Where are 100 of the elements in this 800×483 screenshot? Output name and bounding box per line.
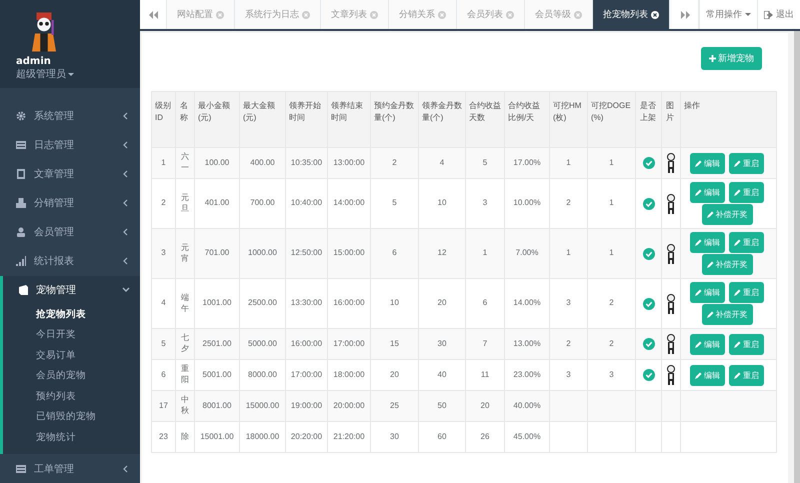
submenu-item[interactable]: 已销毁的宠物 <box>3 407 140 428</box>
menu-item[interactable]: 日志管理 <box>0 130 140 160</box>
column-header: 最大金额(元) <box>240 92 286 148</box>
table-cell: 17:00:00 <box>328 328 370 360</box>
role-dropdown[interactable]: 超级管理员 <box>16 67 74 81</box>
compensate-draw-button[interactable]: 补偿开奖 <box>702 304 752 325</box>
menu-item[interactable]: 分销管理 <box>0 188 140 218</box>
restart-button[interactable]: 重启 <box>729 364 764 386</box>
column-header: 合约收益比例/天 <box>504 92 550 148</box>
menu-item[interactable]: 工单管理 <box>0 454 140 483</box>
double-right-icon <box>680 10 690 18</box>
edit-button[interactable]: 编辑 <box>690 232 725 253</box>
table-cell: 17.00% <box>504 148 550 178</box>
column-header: 领养开始时间 <box>286 92 328 148</box>
tab[interactable]: 会员列表 <box>457 0 525 29</box>
table-cell: 20:00:00 <box>328 390 370 422</box>
menu-item[interactable]: 统计报表 <box>0 246 140 276</box>
compensate-draw-button[interactable]: 补偿开奖 <box>702 254 752 275</box>
column-header: 合约收益天数 <box>466 92 504 148</box>
column-header: 图片 <box>662 92 680 148</box>
restart-button[interactable]: 重启 <box>729 334 764 354</box>
column-header: 操作 <box>680 92 776 148</box>
close-icon <box>438 10 446 18</box>
tab[interactable]: 分销关系 <box>389 0 457 29</box>
table-cell: 2 <box>550 328 588 360</box>
menu-item[interactable]: 会员管理 <box>0 218 140 246</box>
table-cell: 2 <box>588 328 636 360</box>
pencil-icon <box>695 189 702 196</box>
table-cell: 元宵 <box>176 228 194 278</box>
chevron-left-icon <box>122 257 130 265</box>
pencil-icon <box>734 160 741 166</box>
close-icon <box>574 10 582 18</box>
chevron-left-icon <box>122 199 130 207</box>
gear-icon <box>16 111 26 121</box>
restart-button[interactable]: 重启 <box>729 182 764 203</box>
pencil-icon <box>706 311 714 318</box>
bar-chart-icon <box>16 256 26 266</box>
submenu-item[interactable]: 今日开奖 <box>3 325 140 346</box>
column-header: 最小金额(元) <box>194 92 240 148</box>
pencil-icon <box>734 340 741 348</box>
chevron-left-icon <box>122 112 130 120</box>
table-cell: 4 <box>418 148 466 178</box>
restart-button[interactable]: 重启 <box>729 282 764 303</box>
edit-button[interactable]: 编辑 <box>690 334 725 354</box>
scroll-left-button[interactable] <box>140 0 167 29</box>
table-cell: 六一 <box>176 148 194 178</box>
table-cell: 15:00:00 <box>328 228 370 278</box>
table-cell: 26 <box>466 422 504 452</box>
table-cell: 3 <box>152 228 176 278</box>
table-cell: 10:35:00 <box>286 148 328 178</box>
column-header: 可挖HM(枚) <box>550 92 588 148</box>
submenu-item[interactable]: 预约列表 <box>3 386 140 407</box>
table-cell: 15 <box>370 328 418 360</box>
table-cell: 1 <box>466 228 504 278</box>
common-actions-dropdown[interactable]: 常用操作 <box>699 0 757 29</box>
edit-button[interactable]: 编辑 <box>690 282 725 303</box>
menu-item[interactable]: 文章管理 <box>0 160 140 188</box>
double-left-icon <box>148 10 158 18</box>
table-cell: 20:20:00 <box>286 422 328 452</box>
edit-button[interactable]: 编辑 <box>690 182 725 203</box>
tab[interactable]: 抢宠物列表 <box>593 0 670 29</box>
submenu-item[interactable]: 宠物统计 <box>3 428 140 448</box>
table-cell: 1 <box>152 148 176 178</box>
compensate-draw-button[interactable]: 补偿开奖 <box>702 204 752 225</box>
table-cell: 12 <box>418 228 466 278</box>
table-cell: 13:00:00 <box>328 148 370 178</box>
table-cell: 8001.00 <box>194 390 240 422</box>
tab[interactable]: 网站配置 <box>167 0 235 29</box>
chevron-left-icon <box>122 464 130 472</box>
table-cell: 6 <box>370 228 418 278</box>
pencil-icon <box>695 340 702 348</box>
add-pet-button[interactable]: 新增宠物 <box>701 47 762 70</box>
table-cell: 400.00 <box>240 148 286 178</box>
close-icon <box>370 10 378 18</box>
submenu-item[interactable]: 抢宠物列表 <box>3 304 140 325</box>
table-cell: 13.00% <box>504 328 550 360</box>
table-cell: 4 <box>152 278 176 328</box>
list-icon <box>16 464 26 474</box>
restart-button[interactable]: 重启 <box>729 152 764 174</box>
edit-button[interactable]: 编辑 <box>690 152 725 174</box>
table-cell: 20 <box>466 390 504 422</box>
scroll-right-button[interactable] <box>672 0 699 29</box>
logout-button[interactable]: 退出 <box>757 0 800 29</box>
table-cell: 1 <box>550 228 588 278</box>
submenu-item[interactable]: 交易订单 <box>3 346 140 366</box>
menu-item[interactable]: 系统管理 <box>0 102 140 130</box>
edit-button[interactable]: 编辑 <box>690 364 725 386</box>
table-cell: 1000.00 <box>240 228 286 278</box>
chevron-left-icon <box>122 170 130 178</box>
close-icon <box>506 10 514 18</box>
submenu-item[interactable]: 会员的宠物 <box>3 366 140 386</box>
table-cell: 60 <box>418 422 466 452</box>
tab[interactable]: 文章列表 <box>321 0 389 29</box>
pencil-icon <box>706 211 714 218</box>
tab[interactable]: 系统行为日志 <box>235 0 321 29</box>
restart-button[interactable]: 重启 <box>729 232 764 253</box>
caret-icon <box>745 13 751 16</box>
close-icon <box>651 10 659 18</box>
menu-item[interactable]: 宠物管理 <box>3 276 140 304</box>
table-cell: 5000.00 <box>240 328 286 360</box>
